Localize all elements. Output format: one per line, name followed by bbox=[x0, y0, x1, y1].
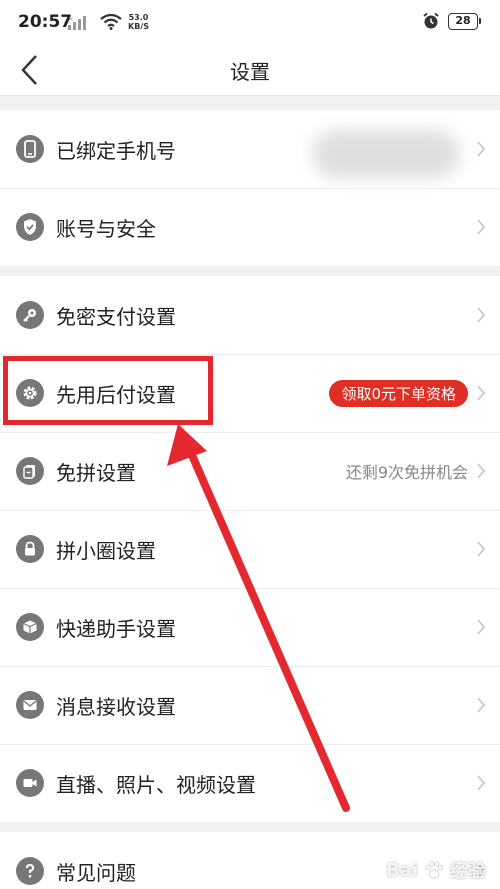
row-label: 消息接收设置 bbox=[56, 694, 176, 719]
status-bar: 20:57 × 53.0 KB/S 28 bbox=[0, 0, 500, 44]
chevron-right-icon bbox=[477, 463, 486, 479]
row-sub-text: 还剩9次免拼机会 bbox=[345, 463, 468, 482]
chevron-right-icon bbox=[477, 307, 486, 323]
envelope-icon bbox=[16, 691, 44, 719]
wifi-icon bbox=[100, 14, 122, 30]
row-right bbox=[476, 276, 486, 354]
page-title: 设置 bbox=[230, 60, 270, 84]
settings-group-payment: 免密支付设置 先用后付设置 领取0元下单资格 免拼设置 还剩9次免拼机会 拼小圈… bbox=[0, 276, 500, 822]
row-right bbox=[476, 588, 486, 666]
blurred-phone-number bbox=[312, 130, 460, 178]
nav-bar: 设置 bbox=[0, 44, 500, 96]
row-delivery-assistant[interactable]: 快递助手设置 bbox=[0, 588, 500, 666]
row-label: 直播、照片、视频设置 bbox=[56, 772, 256, 797]
row-account-security[interactable]: 账号与安全 bbox=[0, 188, 500, 266]
row-label: 免拼设置 bbox=[56, 460, 136, 485]
net-speed-unit: KB/S bbox=[128, 22, 149, 31]
row-password-free-payment[interactable]: 免密支付设置 bbox=[0, 276, 500, 354]
net-speed: 53.0 KB/S bbox=[128, 13, 149, 31]
row-right: 领取0元下单资格 bbox=[329, 354, 486, 432]
watermark: Bai 经验 bbox=[386, 857, 486, 883]
chevron-right-icon bbox=[477, 141, 486, 157]
promo-badge[interactable]: 领取0元下单资格 bbox=[329, 379, 468, 407]
gear-icon bbox=[16, 379, 44, 407]
shield-icon bbox=[16, 213, 44, 241]
chevron-right-icon bbox=[477, 219, 486, 235]
row-right bbox=[476, 188, 486, 266]
chevron-right-icon bbox=[477, 619, 486, 635]
row-label: 快递助手设置 bbox=[56, 616, 176, 641]
chevron-right-icon bbox=[477, 541, 486, 557]
row-label: 拼小圈设置 bbox=[56, 538, 156, 563]
svg-text:×: × bbox=[68, 15, 74, 23]
package-icon bbox=[16, 613, 44, 641]
row-circle-settings[interactable]: 拼小圈设置 bbox=[0, 510, 500, 588]
row-right: 还剩9次免拼机会 bbox=[346, 432, 486, 510]
row-label: 账号与安全 bbox=[56, 216, 156, 241]
phone-icon bbox=[16, 135, 44, 163]
key-icon bbox=[16, 301, 44, 329]
row-right bbox=[476, 110, 486, 188]
row-pay-later[interactable]: 先用后付设置 领取0元下单资格 bbox=[0, 354, 500, 432]
row-label: 常见问题 bbox=[56, 860, 136, 885]
chevron-right-icon bbox=[477, 697, 486, 713]
chevron-right-icon bbox=[477, 385, 486, 401]
watermark-text-left: Bai bbox=[385, 859, 418, 881]
video-camera-icon bbox=[16, 769, 44, 797]
row-right bbox=[476, 744, 486, 822]
card-icon bbox=[16, 457, 44, 485]
row-label: 已绑定手机号 bbox=[56, 138, 176, 163]
signal-icon: × bbox=[68, 15, 86, 30]
watermark-text-right: 经验 bbox=[450, 861, 486, 882]
battery-icon: 28 bbox=[448, 12, 481, 30]
paw-icon bbox=[425, 861, 443, 879]
row-label: 先用后付设置 bbox=[56, 382, 176, 407]
alarm-icon bbox=[423, 12, 439, 29]
row-live-photo-video[interactable]: 直播、照片、视频设置 bbox=[0, 744, 500, 822]
row-right bbox=[476, 510, 486, 588]
row-right bbox=[476, 666, 486, 744]
question-icon bbox=[16, 857, 44, 885]
status-time: 20:57 bbox=[18, 12, 73, 32]
status-icons: × 53.0 KB/S bbox=[68, 12, 149, 32]
chevron-right-icon bbox=[477, 775, 486, 791]
row-label: 免密支付设置 bbox=[56, 304, 176, 329]
row-message-settings[interactable]: 消息接收设置 bbox=[0, 666, 500, 744]
row-free-group-buy[interactable]: 免拼设置 还剩9次免拼机会 bbox=[0, 432, 500, 510]
net-speed-value: 53.0 bbox=[128, 13, 149, 22]
lock-icon bbox=[16, 535, 44, 563]
row-bound-phone[interactable]: 已绑定手机号 bbox=[0, 110, 500, 188]
status-right: 28 bbox=[422, 12, 481, 30]
settings-group-account: 已绑定手机号 账号与安全 bbox=[0, 110, 500, 266]
